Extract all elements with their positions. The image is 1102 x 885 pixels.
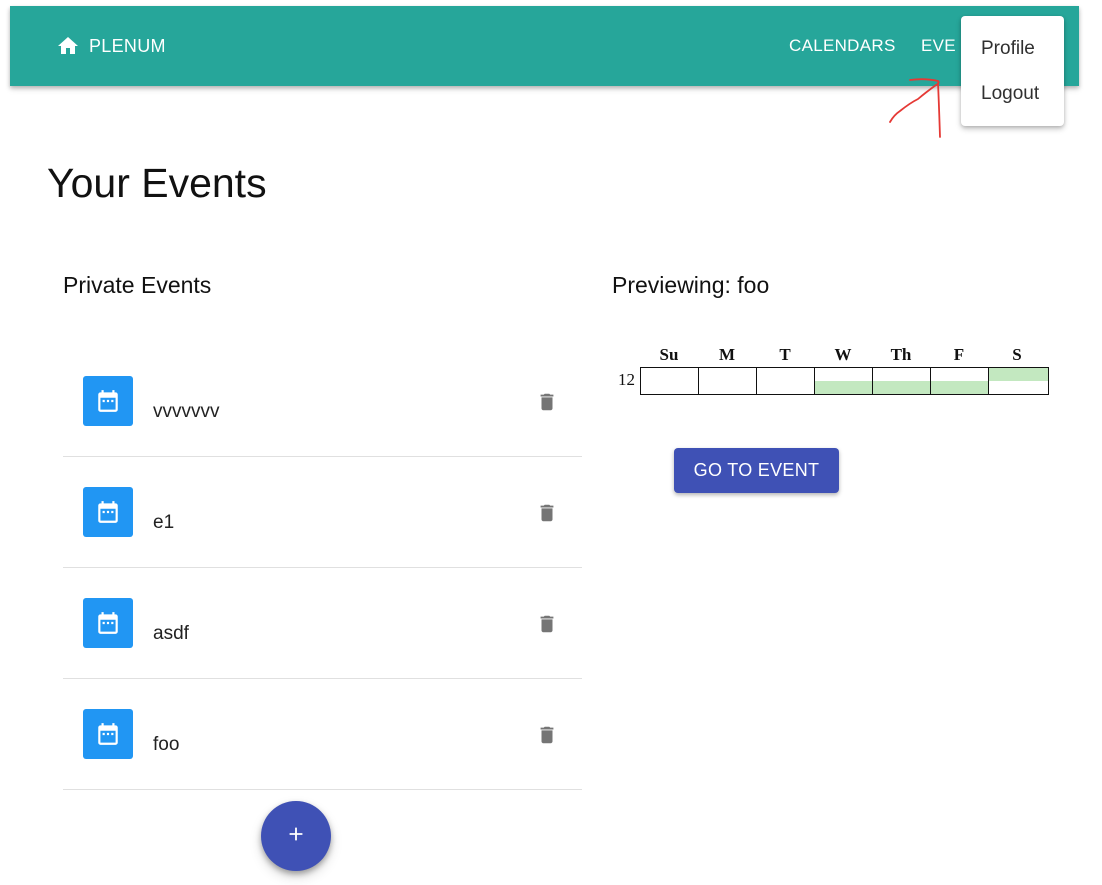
private-events-list: vvvvvvv e1 asdf foo (63, 346, 582, 790)
calendar-icon (83, 376, 133, 426)
nav-events[interactable]: EVE (921, 36, 956, 56)
event-name: vvvvvvv (153, 401, 220, 422)
availability-fill (989, 368, 1048, 381)
day-label-s: S (1012, 345, 1022, 364)
calendar-icon (83, 709, 133, 759)
availability-fill (815, 381, 872, 394)
page-title: Your Events (47, 160, 267, 206)
user-menu: Profile Logout (961, 16, 1064, 126)
calendar-icon (83, 598, 133, 648)
grid-cell-f[interactable] (930, 367, 988, 395)
nav-calendars[interactable]: CALENDARS (789, 36, 896, 56)
app-bar: PLENUM CALENDARS EVE (10, 6, 1079, 86)
day-label-f: F (953, 345, 965, 364)
event-name: foo (153, 734, 180, 755)
day-label-m: M (718, 345, 736, 364)
menu-item-profile[interactable]: Profile (961, 27, 1064, 71)
day-label-su: Su (659, 345, 679, 364)
availability-grid: Su M T W Th F S 12 (612, 340, 1052, 400)
availability-fill (873, 381, 930, 394)
grid-cell-s[interactable] (988, 367, 1048, 395)
availability-fill (931, 381, 988, 394)
grid-cell-th[interactable] (872, 367, 930, 395)
event-list-item[interactable]: vvvvvvv (63, 346, 582, 457)
trash-icon[interactable] (535, 721, 559, 749)
home-link[interactable]: PLENUM (56, 32, 166, 60)
trash-icon[interactable] (535, 499, 559, 527)
event-name: e1 (153, 512, 175, 533)
add-event-button[interactable] (261, 801, 331, 871)
trash-icon[interactable] (535, 610, 559, 638)
grid-cell-w[interactable] (814, 367, 872, 395)
grid-cell-m[interactable] (698, 367, 756, 395)
event-list-item[interactable]: e1 (63, 457, 582, 568)
event-name: asdf (153, 623, 189, 644)
preview-title: Previewing: foo (612, 272, 770, 298)
trash-icon[interactable] (535, 388, 559, 416)
private-events-title: Private Events (63, 272, 212, 298)
calendar-icon (83, 487, 133, 537)
event-list-item[interactable]: asdf (63, 568, 582, 679)
grid-cell-t[interactable] (756, 367, 814, 395)
home-icon (56, 34, 80, 58)
go-to-event-button[interactable]: GO TO EVENT (674, 448, 839, 493)
brand-name: PLENUM (89, 35, 166, 56)
grid-border (1048, 367, 1049, 395)
day-label-th: Th (890, 345, 912, 364)
day-label-w: W (834, 345, 852, 364)
day-label-t: T (779, 345, 791, 364)
hour-label: 12 (618, 370, 635, 389)
menu-item-logout[interactable]: Logout (961, 72, 1064, 116)
event-list-item[interactable]: foo (63, 679, 582, 790)
plus-icon (285, 823, 307, 850)
grid-cell-su[interactable] (640, 367, 698, 395)
